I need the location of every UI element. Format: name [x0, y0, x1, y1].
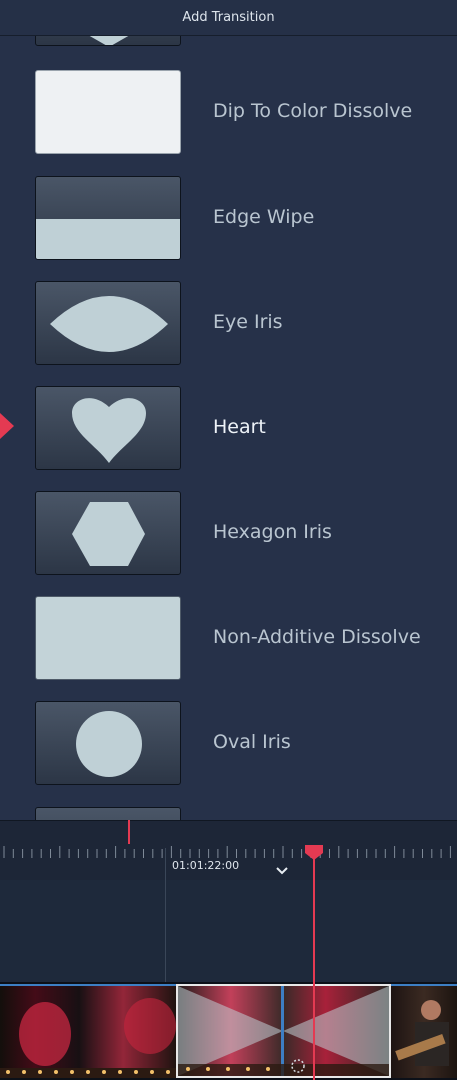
transition-item-dip-to-color-dissolve[interactable]: Dip To Color Dissolve	[0, 70, 457, 160]
playhead-handle-icon[interactable]	[304, 845, 324, 861]
playhead-line[interactable]	[313, 855, 315, 1080]
chevron-down-icon[interactable]	[276, 867, 288, 875]
transition-list[interactable]: Dip To Color Dissolve Edge Wipe Eye Iris…	[0, 36, 457, 820]
timeline-marker-line	[165, 848, 166, 983]
video-clip-left[interactable]	[0, 984, 176, 1078]
timecode-label: 01:01:22:00	[172, 859, 240, 872]
transition-clip-heart[interactable]	[176, 984, 391, 1078]
transition-item-non-additive-dissolve[interactable]: Non-Additive Dissolve	[0, 596, 457, 686]
selection-arrow-icon	[0, 413, 14, 439]
transition-label: Edge Wipe	[213, 206, 315, 228]
transition-item-oval-iris[interactable]: Oval Iris	[0, 701, 457, 791]
playhead-marker-top	[128, 820, 130, 844]
transition-item-partial-bottom[interactable]	[0, 807, 457, 820]
circle-thumb	[35, 701, 181, 785]
transition-label: Non-Additive Dissolve	[213, 626, 421, 648]
hexagon-thumb	[35, 491, 181, 575]
transition-label: Eye Iris	[213, 311, 283, 333]
transition-label: Heart	[213, 416, 266, 438]
transition-item-eye-iris[interactable]: Eye Iris	[0, 281, 457, 371]
transition-item-heart[interactable]: Heart	[0, 386, 457, 476]
heart-thumb	[35, 386, 181, 470]
video-clip-right[interactable]	[391, 984, 457, 1078]
transition-item-hexagon-iris[interactable]: Hexagon Iris	[0, 491, 457, 581]
transition-label: Oval Iris	[213, 731, 291, 753]
timeline-top-bar	[0, 820, 457, 844]
dialog-title: Add Transition	[182, 10, 275, 25]
transition-label: Dip To Color Dissolve	[213, 100, 413, 122]
transition-label: Hexagon Iris	[213, 521, 332, 543]
solid-light-thumb	[35, 596, 181, 680]
partial-thumb	[35, 807, 181, 820]
solid-white-thumb	[35, 70, 181, 154]
eye-iris-thumb	[35, 281, 181, 365]
partial-thumb	[35, 36, 181, 46]
clip-strip[interactable]	[0, 982, 457, 1080]
edge-wipe-thumb	[35, 176, 181, 260]
transition-item-edge-wipe[interactable]: Edge Wipe	[0, 176, 457, 266]
timeline-track-area[interactable]	[0, 880, 457, 982]
transition-item-partial-top[interactable]	[0, 36, 457, 52]
dialog-header: Add Transition	[0, 0, 457, 36]
